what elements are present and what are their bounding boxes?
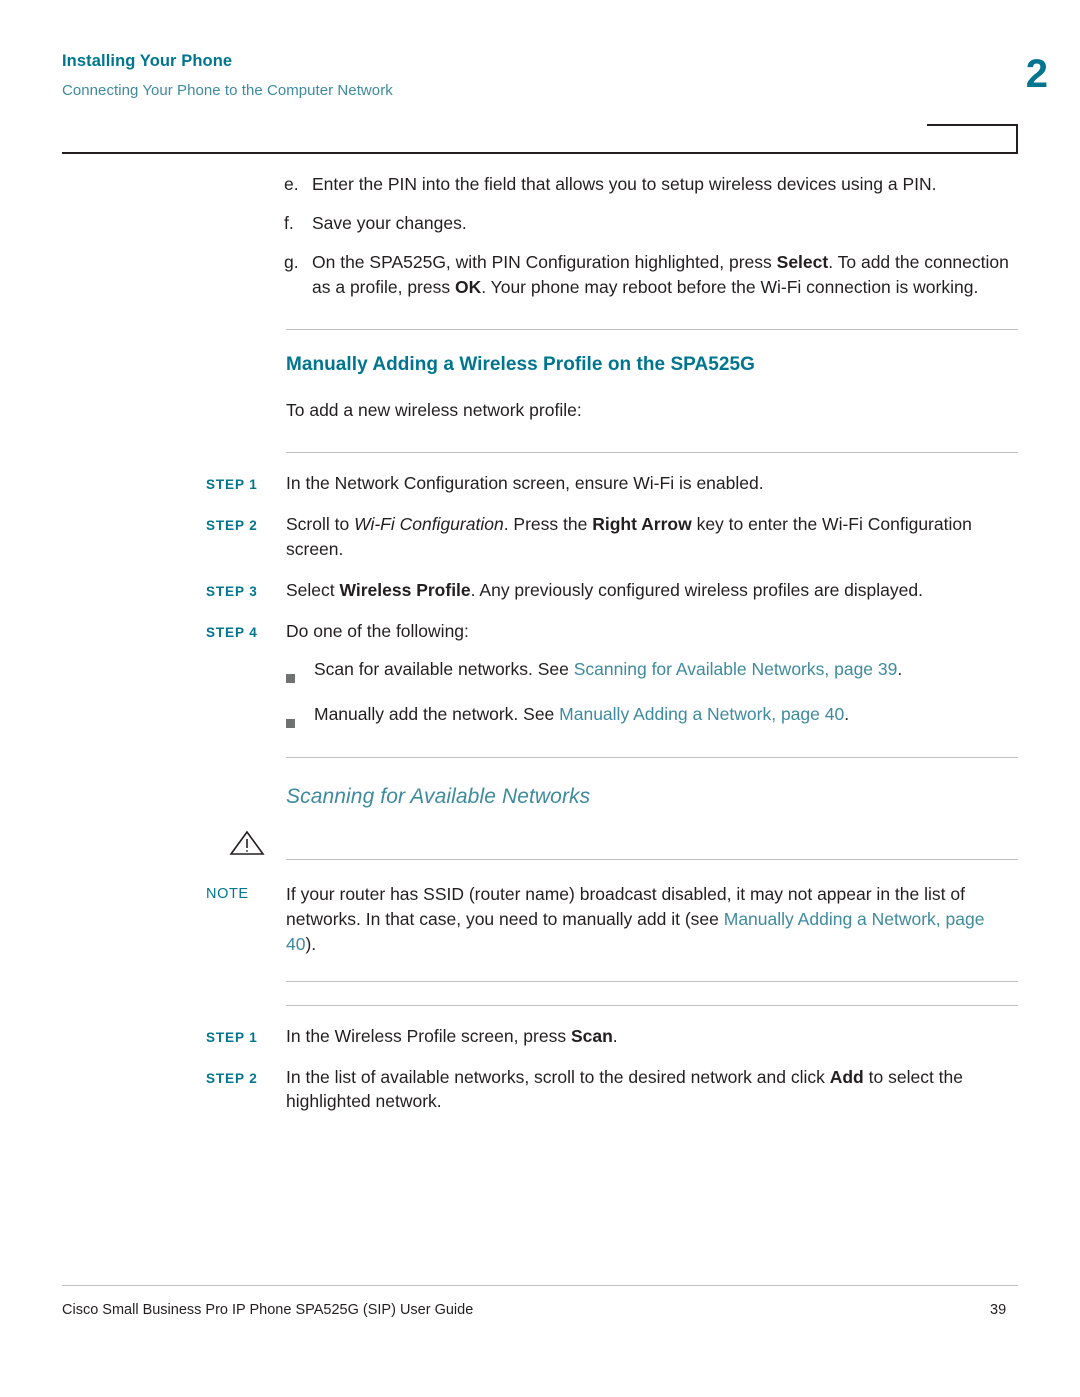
header-title: Installing Your Phone [62,52,233,70]
text-run: Manually add the network. See [314,704,560,725]
note-row: NOTE If your router has SSID (router nam… [62,882,1018,957]
bullet-square-icon [286,657,314,690]
text-run: In the Wireless Profile screen, press [286,1025,571,1046]
divider-above-subsection [286,757,1018,759]
emphasis-bold: Wireless Profile [339,579,471,600]
step-row: STEP 2 Scroll to Wi-Fi Configuration. Pre… [62,512,1018,562]
section-title: Manually Adding a Wireless Profile on th… [286,354,755,376]
text-run: Save your changes. [312,212,467,233]
note-triangle-icon [229,830,265,855]
step-row: STEP 4 Do one of the following: [62,619,1018,644]
lettered-step-item: g. On the SPA525G, with PIN Configuration… [62,250,1018,300]
note-text: If your router has SSID (router name) br… [286,882,1018,957]
emphasis-bold: Add [829,1066,864,1087]
step-text: Do one of the following: [286,619,1018,644]
step-label: STEP 3 [206,583,258,599]
cross-reference-link[interactable]: Scanning for Available Networks, page 39 [574,659,898,679]
page-header: Installing Your Phone Connecting Your Ph… [62,52,1018,99]
footer-page-number: 39 [990,1302,1007,1318]
emphasis-bold: Right Arrow [592,514,692,535]
lettered-step-marker: e. [284,174,299,194]
lettered-step-item: f. Save your changes. [62,211,1018,236]
text-run: In the Network Configuration screen, ens… [286,473,764,494]
document-page: Installing Your Phone Connecting Your Ph… [0,0,1080,1397]
divider-above-steps-b [286,1004,1018,1006]
step-row: STEP 2 In the list of available networks,… [62,1065,1018,1115]
step-text: In the Wireless Profile screen, press Sc… [286,1024,1018,1049]
bullet-list: Scan for available networks. See Scannin… [62,657,1018,735]
step-row: STEP 1 In the Wireless Profile screen, pr… [62,1024,1018,1049]
step-label: STEP 1 [206,1029,258,1045]
footer-rule [62,1285,1018,1286]
header-rule-vertical [1016,124,1018,154]
step-text: In the list of available networks, scrol… [286,1065,1018,1115]
divider-note-bottom [286,980,1018,982]
emphasis-italic: Wi-Fi Configuration [354,514,504,535]
step-row: STEP 3 Select Wireless Profile. Any previ… [62,578,1018,603]
page-content: e. Enter the PIN into the field that allo… [62,172,1018,1114]
lettered-step-marker: g. [284,251,299,272]
step-text: Scroll to Wi-Fi Configuration. Press the… [286,512,1018,562]
bullet-text: Scan for available networks. See Scannin… [314,657,902,690]
text-run: Do one of the following: [286,620,469,641]
step-label: STEP 1 [206,477,258,493]
bullet-square-icon [286,702,314,735]
emphasis-bold: Select [776,251,829,272]
section-intro: To add a new wireless network profile: [286,400,582,421]
text-run: . [612,1025,618,1046]
lettered-step-text: Save your changes. [312,211,1017,236]
note-block: NOTE If your router has SSID (router nam… [62,830,1018,982]
step-label: STEP 2 [206,518,258,534]
step-text: In the Network Configuration screen, ens… [286,471,1018,496]
cross-reference-link[interactable]: Manually Adding a Network, page 40 [559,704,844,724]
note-label: NOTE [206,886,249,903]
step-label: STEP 2 [206,1070,258,1086]
text-run: Select [286,579,340,600]
text-run: Scan for available networks. See [314,659,574,680]
step-text: Select Wireless Profile. Any previously … [286,578,1018,603]
footer-document-title: Cisco Small Business Pro IP Phone SPA525… [62,1302,474,1318]
text-run: . Any previously configured wireless pro… [470,579,923,600]
step-list-b: STEP 1 In the Wireless Profile screen, pr… [62,1024,1018,1115]
bullet-item: Scan for available networks. See Scannin… [286,657,1018,690]
text-run: On the SPA525G, with PIN Configuration h… [312,251,777,272]
step-row: STEP 1 In the Network Configuration scree… [62,471,1018,496]
text-run: Scroll to [286,514,355,535]
chapter-number: 2 [1025,52,1048,96]
text-run: ). [305,933,317,954]
lettered-step-list: e. Enter the PIN into the field that allo… [62,172,1018,299]
lettered-step-marker: f. [284,212,294,233]
bullet-text: Manually add the network. See Manually A… [314,702,849,735]
step-list-a: STEP 1 In the Network Configuration scree… [62,471,1018,643]
divider-above-section-title [286,329,1018,331]
bullet-item: Manually add the network. See Manually A… [286,702,1018,735]
header-subtitle: Connecting Your Phone to the Computer Ne… [62,82,393,99]
lettered-step-text: On the SPA525G, with PIN Configuration h… [312,250,1017,300]
text-run: . [897,659,903,680]
step-label: STEP 4 [206,624,258,640]
divider-above-steps-a [286,452,1018,454]
divider-note-top [286,859,1018,861]
text-run: In the list of available networks, scrol… [286,1066,830,1087]
emphasis-bold: Scan [570,1025,613,1046]
lettered-step-item: e. Enter the PIN into the field that allo… [62,172,1018,197]
header-rule [62,152,1018,154]
text-run: . Your phone may reboot before the Wi-Fi… [481,276,979,297]
text-run: . Press the [503,514,593,535]
text-run: . [844,704,850,725]
lettered-step-text: Enter the PIN into the field that allows… [312,172,1017,197]
header-rule-short [927,124,1018,126]
emphasis-bold: OK [454,276,482,297]
text-run: Enter the PIN into the field that allows… [312,174,937,194]
subsection-title: Scanning for Available Networks [286,785,591,809]
